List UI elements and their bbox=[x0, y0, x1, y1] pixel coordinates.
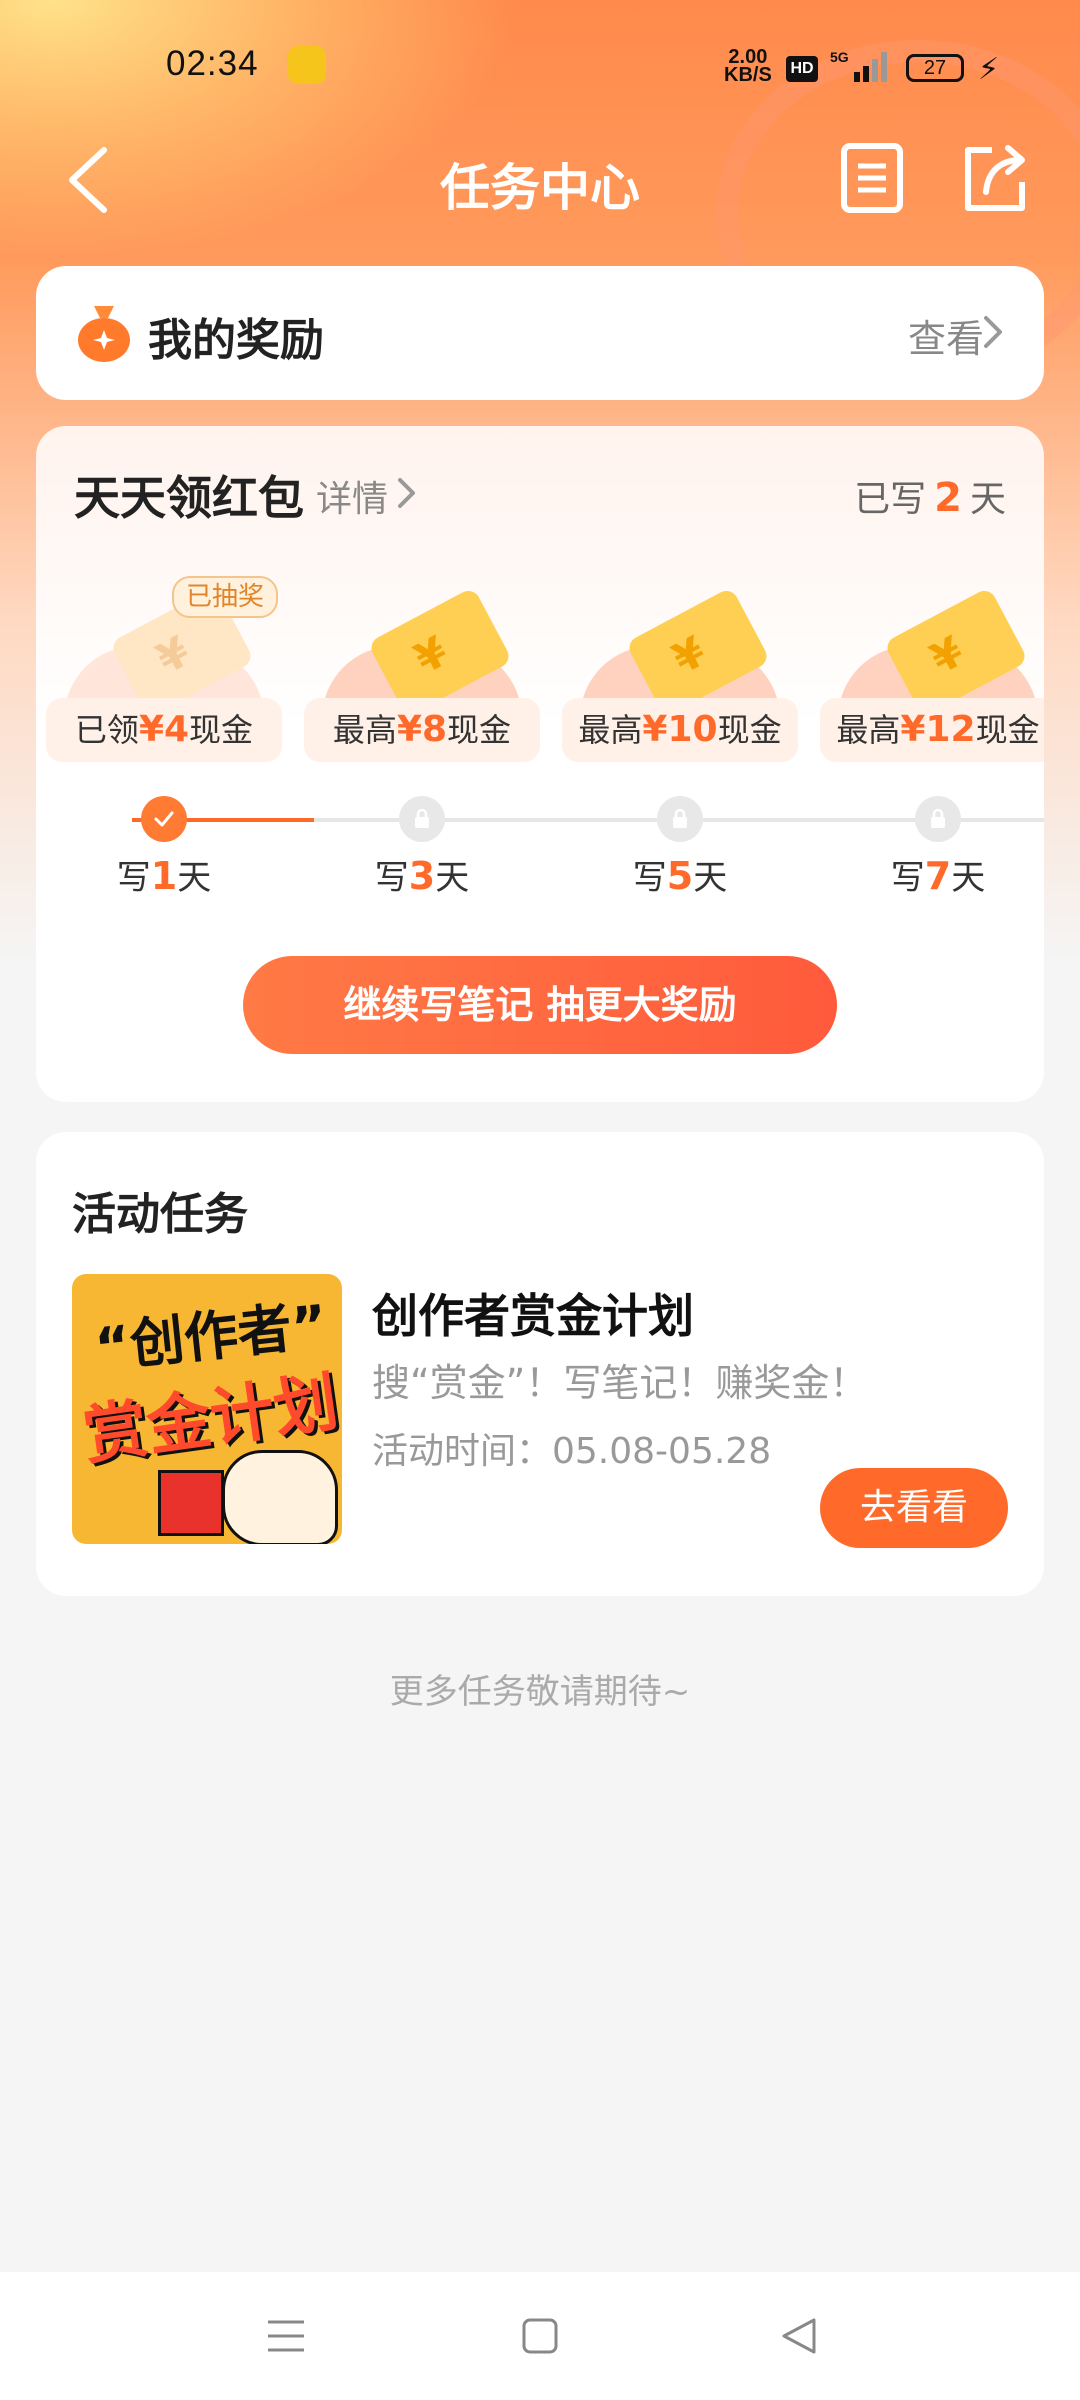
reward-amount-pill: 已领¥4现金 bbox=[46, 698, 282, 762]
activity-thumbnail[interactable]: “创作者” 赏金计划 bbox=[72, 1274, 342, 1544]
daily-redpacket-card: 天天领红包 详情 已写 2 天 ¥ 已抽奖 已领¥4现金 ¥ 最高¥8现金 ¥ 最高… bbox=[36, 426, 1044, 1102]
daily-title: 天天领红包 bbox=[74, 471, 304, 525]
drawn-badge: 已抽奖 bbox=[172, 576, 279, 618]
activity-description: 搜“赏金”！写笔记！赚奖金！ bbox=[372, 1361, 868, 1405]
list-icon[interactable] bbox=[840, 142, 904, 214]
nav-bar: 任务中心 bbox=[0, 130, 1080, 230]
gift-icon bbox=[158, 1470, 224, 1536]
reward-slot-day5[interactable]: ¥ 最高¥10现金 bbox=[562, 576, 798, 876]
reward-slot-day7[interactable]: ¥ 最高¥12现金 bbox=[820, 576, 1044, 876]
detail-link[interactable]: 详情 bbox=[316, 470, 388, 522]
go-see-button[interactable]: 去看看 bbox=[820, 1468, 1008, 1548]
chevron-right-icon bbox=[398, 478, 415, 508]
activity-name: 创作者赏金计划 bbox=[372, 1289, 694, 1343]
back-triangle-icon[interactable] bbox=[776, 2312, 824, 2360]
status-bar: 02:34 2.00 KB/S HD 5G 27 ⚡ bbox=[0, 0, 1080, 130]
clock: 02:34 bbox=[166, 44, 259, 83]
my-rewards-card[interactable]: 我的奖励 查看 bbox=[36, 266, 1044, 400]
signal-icon: 5G bbox=[830, 49, 887, 82]
activity-section-title: 活动任务 bbox=[72, 1189, 248, 1240]
home-icon[interactable] bbox=[516, 2312, 564, 2360]
more-tasks-note: 更多任务敬请期待~ bbox=[389, 1672, 691, 1712]
days-written: 已写 2 天 bbox=[854, 475, 1006, 521]
activity-time: 活动时间：05.08-05.28 bbox=[372, 1431, 772, 1472]
day-label: 写7天 bbox=[890, 854, 986, 898]
page-title: 任务中心 bbox=[440, 159, 640, 217]
red-packet-icon: ¥ bbox=[838, 586, 1038, 726]
continue-writing-button[interactable]: 继续写笔记 抽更大奖励 bbox=[243, 956, 837, 1054]
lock-icon bbox=[915, 796, 961, 842]
money-bag-icon bbox=[78, 306, 130, 362]
view-rewards-link[interactable]: 查看 bbox=[908, 308, 984, 363]
reward-amount-pill: 最高¥8现金 bbox=[304, 698, 540, 762]
hand-illustration bbox=[222, 1450, 338, 1544]
network-speed: 2.00 KB/S bbox=[724, 47, 772, 86]
hd-icon: HD bbox=[786, 56, 818, 82]
activity-tasks-card: 活动任务 “创作者” 赏金计划 创作者赏金计划 搜“赏金”！写笔记！赚奖金！ 活… bbox=[36, 1132, 1044, 1596]
reward-amount-pill: 最高¥10现金 bbox=[562, 698, 798, 762]
battery-icon: 27 bbox=[906, 54, 964, 82]
chevron-right-icon bbox=[984, 316, 1002, 348]
net-speed-unit: KB/S bbox=[724, 64, 772, 86]
svg-text:5G: 5G bbox=[830, 49, 849, 65]
charging-icon: ⚡ bbox=[978, 52, 1000, 87]
reward-slot-day3[interactable]: ¥ 最高¥8现金 bbox=[304, 576, 540, 876]
reward-amount-pill: 最高¥12现金 bbox=[820, 698, 1044, 762]
share-icon[interactable] bbox=[960, 140, 1030, 216]
reward-slot-day1[interactable]: ¥ 已抽奖 已领¥4现金 bbox=[46, 576, 282, 876]
menu-icon[interactable] bbox=[262, 2312, 310, 2360]
system-nav-bar bbox=[0, 2272, 1080, 2400]
app-notification-icon bbox=[288, 46, 326, 84]
my-rewards-label: 我的奖励 bbox=[148, 315, 324, 366]
